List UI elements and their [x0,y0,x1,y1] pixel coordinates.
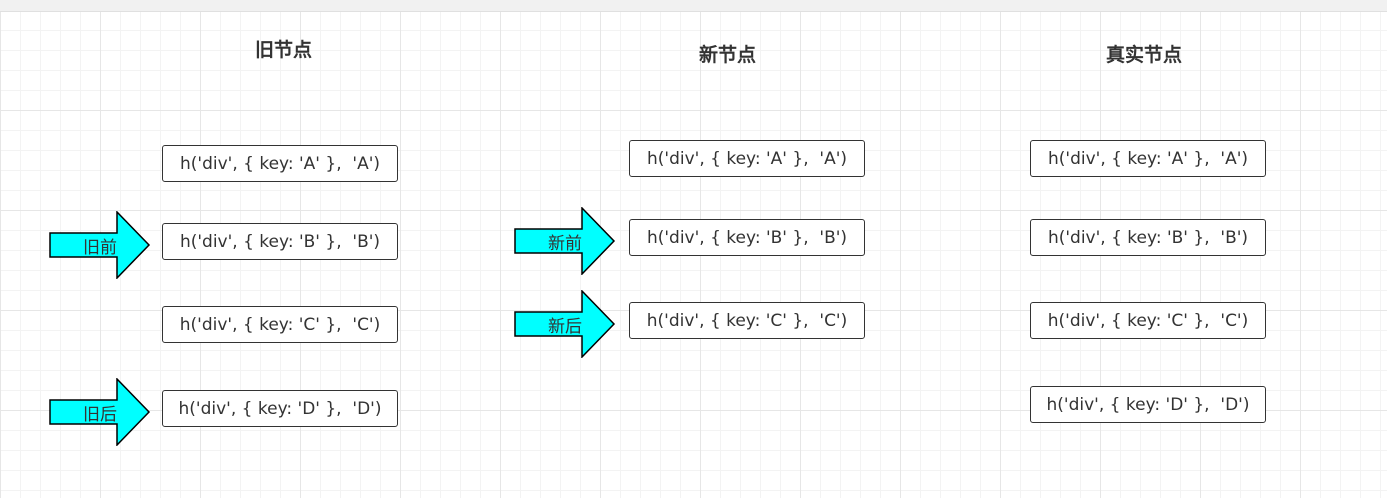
new-start-pointer[interactable]: 新前 [514,207,616,275]
old-start-label: 旧前 [83,237,117,258]
new-nodes-title: 新节点 [699,44,757,66]
new-start-label: 新前 [548,233,582,254]
real-nodes-title: 真实节点 [1106,44,1183,66]
old-node-a[interactable]: h('div', { key: 'A' }, 'A') [162,145,398,182]
old-node-c[interactable]: h('div', { key: 'C' }, 'C') [162,306,398,343]
new-end-pointer[interactable]: 新后 [514,290,616,358]
old-end-label: 旧后 [83,404,117,425]
new-node-b[interactable]: h('div', { key: 'B' }, 'B') [629,219,865,256]
real-node-b[interactable]: h('div', { key: 'B' }, 'B') [1030,219,1266,256]
new-node-a[interactable]: h('div', { key: 'A' }, 'A') [629,140,865,177]
real-node-a[interactable]: h('div', { key: 'A' }, 'A') [1030,140,1266,177]
old-nodes-title: 旧节点 [255,39,313,61]
old-end-pointer[interactable]: 旧后 [49,378,151,446]
old-node-b[interactable]: h('div', { key: 'B' }, 'B') [162,223,398,260]
new-end-label: 新后 [548,316,582,337]
new-node-c[interactable]: h('div', { key: 'C' }, 'C') [629,302,865,339]
old-start-pointer[interactable]: 旧前 [49,211,151,279]
top-toolbar-strip [0,0,1387,12]
real-node-d[interactable]: h('div', { key: 'D' }, 'D') [1030,386,1266,423]
old-node-d[interactable]: h('div', { key: 'D' }, 'D') [162,390,398,427]
real-node-c[interactable]: h('div', { key: 'C' }, 'C') [1030,302,1266,339]
